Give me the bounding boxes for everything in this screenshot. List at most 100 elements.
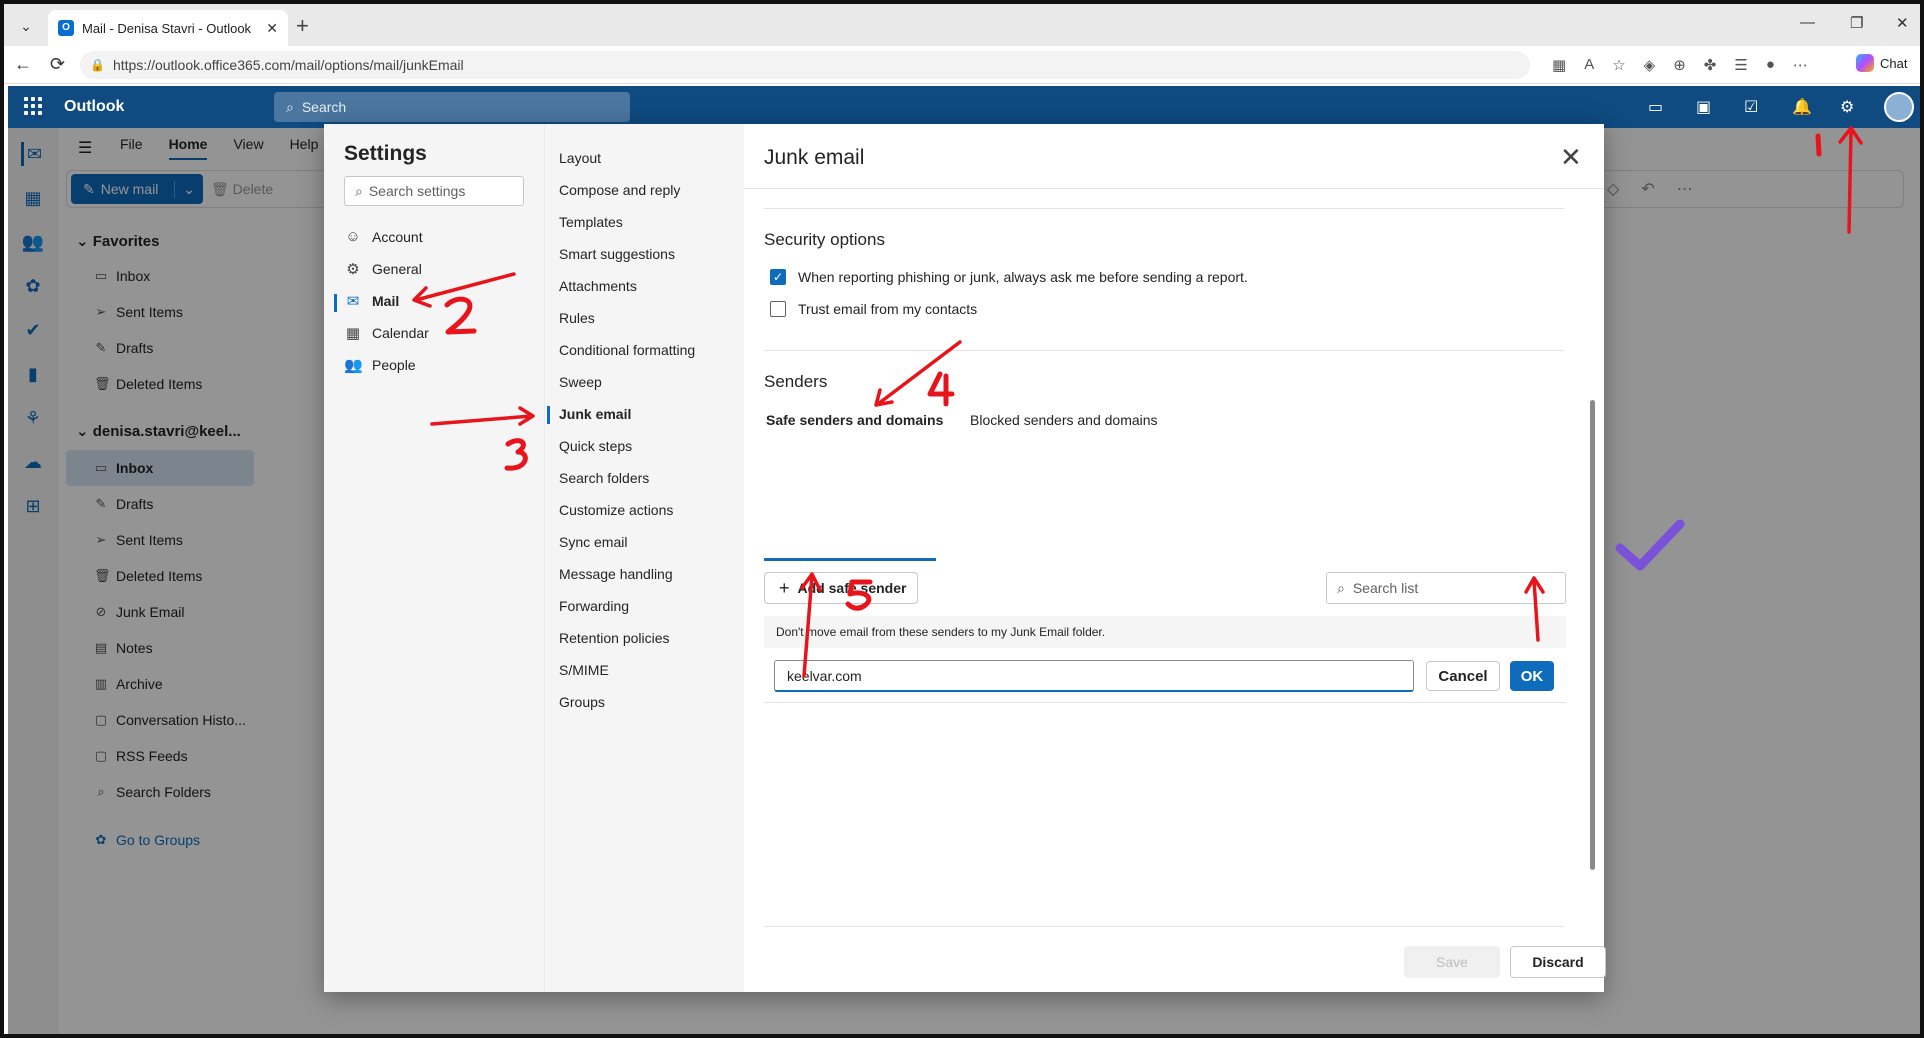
section-quick-steps[interactable]: Quick steps	[559, 438, 632, 454]
mail-search-box[interactable]: ⌕ Search	[274, 92, 630, 122]
section-customize-actions[interactable]: Customize actions	[559, 502, 673, 518]
account-avatar[interactable]	[1884, 92, 1914, 122]
section-attachments[interactable]: Attachments	[559, 278, 637, 294]
section-sweep[interactable]: Sweep	[559, 374, 602, 390]
tracking-icon[interactable]: ◈	[1644, 56, 1656, 74]
tab-blocked-senders[interactable]: Blocked senders and domains	[970, 412, 1158, 428]
url-field[interactable]: 🔒 https://outlook.office365.com/mail/opt…	[80, 51, 1530, 79]
selected-indicator	[547, 406, 550, 424]
settings-dialog: Settings ⌕ Search settings ☺ Account ⚙ Gen…	[324, 124, 1606, 992]
close-icon[interactable]: ✕	[1560, 144, 1582, 170]
close-tab-icon[interactable]: ✕	[266, 20, 278, 37]
ok-button[interactable]: OK	[1510, 661, 1554, 691]
save-button[interactable]: Save	[1404, 946, 1500, 978]
meet-now-icon[interactable]: ▭	[1648, 97, 1663, 117]
search-list-input[interactable]: ⌕ Search list	[1326, 572, 1566, 604]
settings-category-pane: Settings ⌕ Search settings ☺ Account ⚙ Gen…	[324, 124, 544, 992]
cancel-button[interactable]: Cancel	[1426, 661, 1500, 691]
tab-list-chevron-icon[interactable]: ⌄	[14, 14, 38, 38]
section-groups[interactable]: Groups	[559, 694, 605, 710]
option-ask-before-report[interactable]: ✓ When reporting phishing or junk, alway…	[770, 269, 1248, 285]
more-icon[interactable]: ⋯	[1793, 56, 1808, 74]
section-junk-email[interactable]: Junk email	[559, 406, 631, 422]
section-forwarding[interactable]: Forwarding	[559, 598, 629, 614]
safe-sender-input[interactable]: keelvar.com	[774, 660, 1414, 692]
section-message-handling[interactable]: Message handling	[559, 566, 673, 582]
window-close-icon[interactable]: ✕	[1896, 14, 1909, 32]
read-aloud-icon[interactable]: A	[1584, 56, 1594, 74]
outlook-favicon-icon: O	[58, 20, 74, 36]
search-list-placeholder: Search list	[1352, 580, 1419, 596]
nav-label: People	[372, 357, 416, 373]
option-label: Trust email from my contacts	[798, 301, 978, 317]
extension-icon[interactable]: ⊕	[1673, 56, 1686, 74]
search-settings-input[interactable]: ⌕ Search settings	[344, 176, 524, 206]
selected-indicator	[334, 294, 337, 312]
app-available-icon[interactable]: ▦	[1552, 56, 1566, 74]
settings-nav-calendar[interactable]: ▦ Calendar	[344, 324, 429, 342]
search-settings-placeholder: Search settings	[368, 183, 466, 199]
section-layout[interactable]: Layout	[559, 150, 601, 166]
tab-safe-senders[interactable]: Safe senders and domains	[766, 412, 943, 428]
section-smart-suggestions[interactable]: Smart suggestions	[559, 246, 675, 262]
app-launcher-icon[interactable]	[24, 97, 42, 115]
site-info-icon[interactable]: 🔒	[90, 58, 105, 72]
discard-button[interactable]: Discard	[1510, 946, 1606, 978]
favorite-star-icon[interactable]: ☆	[1612, 56, 1625, 74]
checkbox-checked[interactable]: ✓	[770, 269, 786, 285]
outlook-brand: Outlook	[64, 98, 125, 115]
favorites-icon[interactable]: ☰	[1734, 56, 1747, 74]
restore-icon[interactable]: ❐	[1850, 14, 1863, 32]
section-smime[interactable]: S/MIME	[559, 662, 609, 678]
divider	[764, 350, 1564, 351]
settings-nav-account[interactable]: ☺ Account	[344, 228, 423, 245]
settings-gear-icon[interactable]: ⚙	[1840, 97, 1854, 117]
safe-senders-info: Don't move email from these senders to m…	[764, 616, 1566, 648]
outlook-header: Outlook ⌕ Search ▭ ▣ ☑ 🔔 ⚙	[8, 86, 1920, 128]
junk-email-title: Junk email	[764, 146, 865, 169]
address-bar-row: ← ⟳ 🔒 https://outlook.office365.com/mail…	[4, 46, 1920, 84]
url-text: https://outlook.office365.com/mail/optio…	[112, 57, 464, 73]
plus-icon: +	[779, 577, 790, 598]
section-sync-email[interactable]: Sync email	[559, 534, 627, 550]
new-tab-icon[interactable]: +	[296, 15, 309, 37]
my-day-icon[interactable]: ☑	[1744, 97, 1758, 117]
section-retention-policies[interactable]: Retention policies	[559, 630, 670, 646]
office-icon[interactable]: ▣	[1696, 97, 1711, 117]
tab-title: Mail - Denisa Stavri - Outlook	[82, 20, 252, 36]
settings-nav-general[interactable]: ⚙ General	[344, 260, 422, 278]
divider	[764, 702, 1566, 703]
nav-label: General	[372, 261, 422, 277]
nav-label: Calendar	[372, 325, 429, 341]
settings-nav-mail[interactable]: ✉ Mail	[344, 292, 400, 310]
back-icon[interactable]: ←	[14, 54, 32, 75]
section-search-folders[interactable]: Search folders	[559, 470, 649, 486]
search-icon: ⌕	[1337, 579, 1345, 596]
person-icon: ☺	[345, 228, 361, 245]
section-conditional-formatting[interactable]: Conditional formatting	[559, 342, 695, 358]
copilot-chat-button[interactable]: Chat	[1856, 54, 1907, 72]
junk-email-pane: Junk email ✕ Security options ✓ When rep…	[744, 124, 1606, 992]
section-compose-reply[interactable]: Compose and reply	[559, 182, 680, 198]
add-safe-sender-button[interactable]: + Add safe sender	[764, 572, 918, 604]
notifications-bell-icon[interactable]: 🔔	[1792, 97, 1812, 117]
browser-tab-outlook[interactable]: O Mail - Denisa Stavri - Outlook ✕	[48, 10, 288, 46]
divider	[764, 208, 1564, 209]
checkbox-unchecked[interactable]	[770, 301, 786, 317]
active-tab-underline	[764, 558, 936, 561]
refresh-icon[interactable]: ⟳	[50, 54, 65, 75]
address-bar-actions: ▦ A ☆ ◈ ⊕ ✤ ☰ ● ⋯	[1552, 56, 1808, 74]
search-placeholder: Search	[301, 99, 347, 115]
copilot-icon	[1856, 54, 1874, 72]
settings-nav-people[interactable]: 👥 People	[344, 356, 416, 374]
calendar-icon: ▦	[345, 325, 361, 342]
nav-label: Account	[372, 228, 423, 245]
vertical-scrollbar[interactable]	[1590, 400, 1595, 870]
option-trust-contacts[interactable]: Trust email from my contacts	[770, 301, 977, 317]
minimize-icon[interactable]: —	[1800, 14, 1815, 31]
security-options-heading: Security options	[764, 230, 885, 249]
section-rules[interactable]: Rules	[559, 310, 595, 326]
profile-icon[interactable]: ●	[1766, 56, 1775, 74]
puzzle-icon[interactable]: ✤	[1704, 56, 1717, 74]
section-templates[interactable]: Templates	[559, 214, 623, 230]
